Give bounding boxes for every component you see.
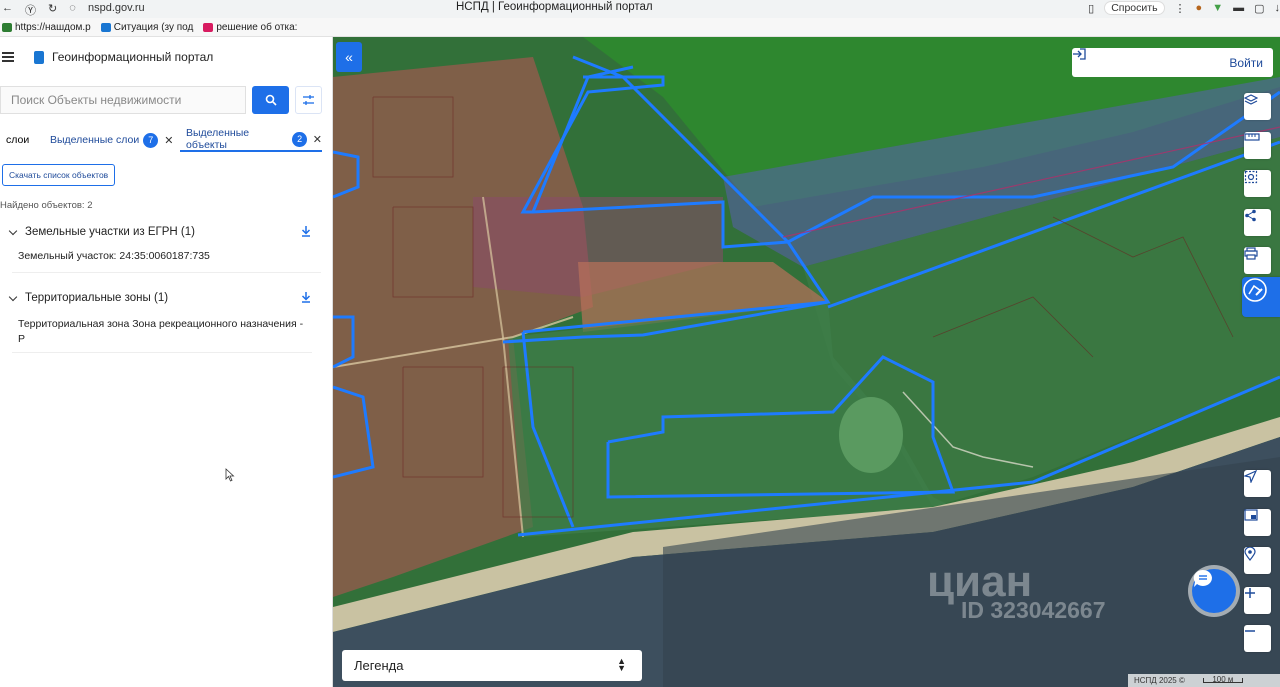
wallet-icon[interactable]: ▢ xyxy=(1254,2,1264,15)
tab-selected-objects[interactable]: Выделенные объекты 2 ✕ xyxy=(180,127,322,152)
watermark-id: ID 323042667 xyxy=(961,597,1106,623)
zoom-out-button[interactable] xyxy=(1244,625,1271,652)
navigation-arrow-icon xyxy=(1244,470,1257,483)
filter-sliders-icon xyxy=(303,95,314,105)
print-icon xyxy=(1244,247,1258,260)
list-item[interactable]: Территориальная зона Зона рекреационного… xyxy=(12,317,312,353)
address-bar[interactable]: nspd.gov.ru xyxy=(88,2,145,14)
chevron-down-icon xyxy=(8,292,18,301)
minus-icon xyxy=(1245,630,1255,632)
bookmark-icon[interactable]: ▯ xyxy=(1088,2,1094,15)
map-canvas[interactable]: « Войти циан ID 323042667 Легенда ▲ ▼ НС… xyxy=(333,37,1280,687)
chevron-down-icon xyxy=(8,226,18,235)
browser-actions: ▯ Спросить ⋮ ● ▼ ▬ ▢ ↓ xyxy=(1088,1,1280,15)
bookmark-item[interactable]: Ситуация (зу под xyxy=(100,22,193,33)
menu-icon[interactable] xyxy=(2,52,14,62)
bookmarks-bar: https://нашдом.р Ситуация (зу под решени… xyxy=(0,18,1280,37)
bookmark-favicon-icon xyxy=(2,22,12,32)
group-header-land-plots[interactable]: Земельные участки из ЕГРН (1) xyxy=(8,224,323,240)
download-icon[interactable] xyxy=(299,290,313,304)
close-icon[interactable]: ✕ xyxy=(164,134,173,147)
count-badge: 2 xyxy=(292,131,307,147)
login-button[interactable]: Войти xyxy=(1072,48,1273,77)
count-badge: 7 xyxy=(143,132,159,148)
search-input[interactable]: Поиск Объекты недвижимости xyxy=(0,86,246,114)
panel-tabs: слои Выделенные слои 7 ✕ Выделенные объе… xyxy=(0,127,333,152)
portal-title: Геоинформационный портал xyxy=(52,50,214,64)
more-icon[interactable]: ⋮ xyxy=(1175,2,1186,15)
collapse-panel-button[interactable]: « xyxy=(336,42,362,72)
geolocate-button[interactable] xyxy=(1244,470,1271,497)
tab-layers[interactable]: слои xyxy=(6,128,29,152)
print-button[interactable] xyxy=(1244,247,1271,274)
search-row: Поиск Объекты недвижимости xyxy=(0,86,333,114)
bookmark-item[interactable]: https://нашдом.р xyxy=(2,22,91,33)
plus-icon xyxy=(1245,588,1255,598)
legend-select[interactable]: Легенда ▲ ▼ xyxy=(342,650,642,681)
layers-icon xyxy=(1244,94,1258,105)
browser-nav: ← Ⓨ ↻ ◌ xyxy=(0,2,76,18)
list-item[interactable]: Земельный участок: 24:35:0060187:735 xyxy=(12,249,321,273)
minimap-button[interactable] xyxy=(1244,509,1271,536)
download-icon[interactable] xyxy=(299,224,313,238)
bookmark-favicon-icon xyxy=(203,22,214,32)
search-button[interactable] xyxy=(252,86,289,114)
group-header-zones[interactable]: Территориальные зоны (1) xyxy=(8,290,323,306)
satellite-map xyxy=(333,37,1280,687)
tab-title: НСПД | Геоинформационный портал xyxy=(456,1,653,13)
ask-button[interactable]: Спросить xyxy=(1104,1,1165,15)
extension-icon[interactable]: ● xyxy=(1196,2,1203,14)
close-icon[interactable]: ✕ xyxy=(313,133,322,146)
back-icon[interactable]: ← xyxy=(2,2,13,18)
scale-bar: НСПД 2025 © 100 м xyxy=(1128,674,1280,687)
downloads-icon[interactable]: ↓ xyxy=(1275,2,1280,14)
profile-icon[interactable]: ▬ xyxy=(1233,2,1244,14)
side-panel: Геоинформационный портал Поиск Объекты н… xyxy=(0,37,333,687)
area-select-button[interactable] xyxy=(1244,170,1271,197)
bookmark-favicon-icon xyxy=(100,22,111,32)
shield-icon: ◌ xyxy=(69,2,76,14)
share-button[interactable] xyxy=(1244,209,1271,236)
share-icon xyxy=(1245,209,1256,222)
draw-tool-button[interactable] xyxy=(1242,277,1280,317)
scale-label: 100 м xyxy=(1202,676,1243,684)
ruler-button[interactable] xyxy=(1244,132,1271,159)
yandex-icon[interactable]: Ⓨ xyxy=(25,2,36,18)
bookmark-item[interactable]: решение об отка: xyxy=(203,22,297,33)
select-area-icon xyxy=(1244,170,1258,184)
picture-in-picture-icon xyxy=(1244,509,1258,521)
download-list-button[interactable]: Скачать список объектов xyxy=(2,164,116,186)
draw-map-icon xyxy=(1243,278,1267,302)
tab-selected-layers[interactable]: Выделенные слои 7 ✕ xyxy=(50,128,173,152)
zoom-in-button[interactable] xyxy=(1244,587,1271,614)
location-pin-icon xyxy=(1244,547,1256,561)
filter-button[interactable] xyxy=(295,86,322,114)
my-location-button[interactable] xyxy=(1244,547,1271,574)
portal-header: Геоинформационный портал xyxy=(0,45,333,69)
search-icon xyxy=(265,94,277,106)
layers-button[interactable] xyxy=(1244,93,1271,120)
download-extension-icon[interactable]: ▼ xyxy=(1212,2,1223,14)
reload-icon[interactable]: ↻ xyxy=(48,2,57,18)
mouse-cursor-icon xyxy=(225,468,235,482)
chat-icon xyxy=(1193,569,1212,587)
sort-arrows-icon: ▲ ▼ xyxy=(617,656,626,673)
portal-logo-icon xyxy=(34,50,44,64)
chat-button[interactable] xyxy=(1192,569,1236,613)
login-icon xyxy=(1073,48,1086,60)
ruler-icon xyxy=(1244,133,1260,141)
attribution: НСПД 2025 © xyxy=(1134,676,1185,685)
found-count: Найдено объектов: 2 xyxy=(0,200,93,211)
browser-toolbar: ← Ⓨ ↻ ◌ nspd.gov.ru НСПД | Геоинформацио… xyxy=(0,0,1280,18)
